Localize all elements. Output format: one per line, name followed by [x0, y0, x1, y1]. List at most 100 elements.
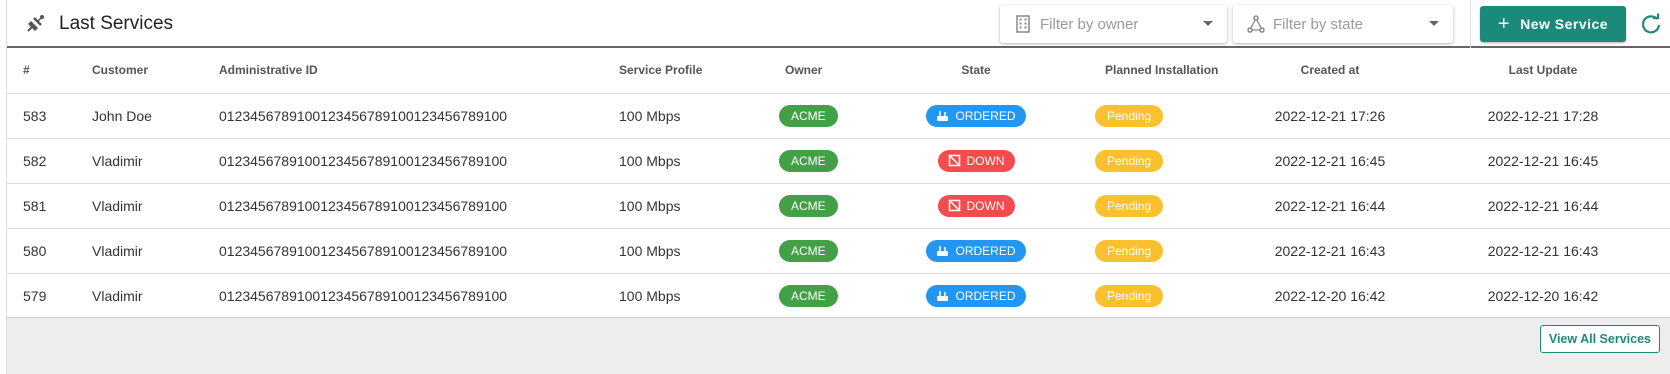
- cell-customer: John Doe: [92, 93, 219, 139]
- new-service-button[interactable]: + New Service: [1480, 6, 1626, 42]
- table-header-row: # Customer Administrative ID Service Pro…: [7, 48, 1670, 94]
- owner-badge: ACME: [779, 104, 838, 127]
- services-table: # Customer Administrative ID Service Pro…: [7, 48, 1670, 319]
- column-header-last-update[interactable]: Last Update: [1415, 48, 1670, 94]
- cell-number: 579: [7, 273, 92, 319]
- created-at: 2022-12-21 16:44: [1274, 197, 1386, 214]
- state-badge: ORDERED: [926, 239, 1026, 262]
- administrative-id: 0123456789100123456789100123456789100: [219, 287, 508, 304]
- created-at: 2022-12-21 17:26: [1274, 107, 1386, 124]
- cell-administrative-id: 0123456789100123456789100123456789100: [219, 138, 619, 184]
- administrative-id: 0123456789100123456789100123456789100: [219, 197, 508, 214]
- cell-service-profile: 100 Mbps: [619, 138, 779, 184]
- router-icon: [937, 246, 949, 256]
- cell-service-profile: 100 Mbps: [619, 273, 779, 319]
- device-off-icon: [947, 199, 961, 212]
- customer-name: Vladimir: [92, 197, 143, 214]
- cell-administrative-id: 0123456789100123456789100123456789100: [219, 273, 619, 319]
- chevron-down-icon: [1203, 21, 1213, 26]
- service-profile: 100 Mbps: [619, 107, 681, 124]
- pending-badge: Pending: [1095, 239, 1164, 262]
- panel-header: Last Services Filter by owner Filter by …: [7, 0, 1670, 48]
- created-at: 2022-12-20 16:42: [1274, 287, 1386, 304]
- cell-created-at: 2022-12-21 16:45: [1245, 138, 1415, 184]
- view-all-services-button[interactable]: View All Services: [1539, 325, 1660, 353]
- column-header-planned-installation[interactable]: Planned Installation: [1055, 48, 1245, 94]
- administrative-id: 0123456789100123456789100123456789100: [219, 107, 508, 124]
- new-service-label: New Service: [1520, 16, 1609, 32]
- building-icon: [1016, 15, 1030, 33]
- filter-by-owner-select[interactable]: Filter by owner: [1000, 5, 1227, 43]
- last-update: 2022-12-21 16:43: [1487, 242, 1599, 259]
- state-badge: ORDERED: [926, 104, 1026, 127]
- column-header-administrative-id[interactable]: Administrative ID: [219, 48, 619, 94]
- device-off-icon: [947, 154, 961, 167]
- cell-planned-installation: Pending: [1055, 183, 1245, 229]
- filter-by-state-select[interactable]: Filter by state: [1233, 5, 1453, 43]
- cell-planned-installation: Pending: [1055, 273, 1245, 319]
- column-header-owner[interactable]: Owner: [779, 48, 897, 94]
- state-badge: ORDERED: [926, 284, 1026, 307]
- table-row[interactable]: 579 Vladimir 012345678910012345678910012…: [7, 273, 1670, 319]
- filter-owner-placeholder: Filter by owner: [1040, 16, 1139, 33]
- state-label: ORDERED: [955, 108, 1016, 123]
- table-row[interactable]: 583 John Doe 012345678910012345678910012…: [7, 93, 1670, 139]
- refresh-icon[interactable]: [1640, 13, 1662, 35]
- cell-last-update: 2022-12-20 16:42: [1415, 273, 1670, 319]
- cell-customer: Vladimir: [92, 183, 219, 229]
- cell-customer: Vladimir: [92, 138, 219, 184]
- state-label: ORDERED: [955, 288, 1016, 303]
- cell-last-update: 2022-12-21 16:44: [1415, 183, 1670, 229]
- table-row[interactable]: 581 Vladimir 012345678910012345678910012…: [7, 183, 1670, 229]
- owner-badge: ACME: [779, 149, 838, 172]
- row-number: 582: [23, 152, 47, 169]
- customer-name: John Doe: [92, 107, 152, 124]
- cell-created-at: 2022-12-20 16:42: [1245, 273, 1415, 319]
- service-profile: 100 Mbps: [619, 242, 681, 259]
- cell-service-profile: 100 Mbps: [619, 228, 779, 274]
- cell-created-at: 2022-12-21 16:44: [1245, 183, 1415, 229]
- cell-state: ORDERED: [897, 228, 1055, 274]
- last-services-panel: Last Services Filter by owner Filter by …: [6, 0, 1670, 374]
- administrative-id: 0123456789100123456789100123456789100: [219, 242, 508, 259]
- router-icon: [937, 111, 949, 121]
- cell-owner: ACME: [779, 138, 897, 184]
- column-header-service-profile[interactable]: Service Profile: [619, 48, 779, 94]
- cell-service-profile: 100 Mbps: [619, 93, 779, 139]
- column-header-number[interactable]: #: [7, 48, 92, 94]
- cell-state: DOWN: [897, 138, 1055, 184]
- row-number: 581: [23, 197, 47, 214]
- cell-created-at: 2022-12-21 16:43: [1245, 228, 1415, 274]
- state-label: DOWN: [966, 153, 1005, 168]
- plus-icon: +: [1497, 13, 1511, 35]
- administrative-id: 0123456789100123456789100123456789100: [219, 152, 508, 169]
- customer-name: Vladimir: [92, 152, 143, 169]
- filter-state-placeholder: Filter by state: [1273, 16, 1364, 33]
- last-update: 2022-12-21 16:45: [1487, 152, 1599, 169]
- last-update: 2022-12-21 17:28: [1487, 107, 1599, 124]
- owner-badge: ACME: [779, 284, 838, 307]
- table-row[interactable]: 580 Vladimir 012345678910012345678910012…: [7, 228, 1670, 274]
- column-header-created-at[interactable]: Created at: [1245, 48, 1415, 94]
- cell-number: 580: [7, 228, 92, 274]
- cell-administrative-id: 0123456789100123456789100123456789100: [219, 183, 619, 229]
- cell-owner: ACME: [779, 273, 897, 319]
- cell-last-update: 2022-12-21 16:43: [1415, 228, 1670, 274]
- customer-name: Vladimir: [92, 287, 143, 304]
- cell-last-update: 2022-12-21 17:28: [1415, 93, 1670, 139]
- cell-created-at: 2022-12-21 17:26: [1245, 93, 1415, 139]
- cell-service-profile: 100 Mbps: [619, 183, 779, 229]
- last-update: 2022-12-20 16:42: [1487, 287, 1599, 304]
- satellite-dish-icon: [27, 15, 44, 32]
- cell-owner: ACME: [779, 93, 897, 139]
- customer-name: Vladimir: [92, 242, 143, 259]
- column-header-state[interactable]: State: [897, 48, 1055, 94]
- cell-owner: ACME: [779, 183, 897, 229]
- column-header-customer[interactable]: Customer: [92, 48, 219, 94]
- pending-badge: Pending: [1095, 284, 1164, 307]
- pending-badge: Pending: [1095, 149, 1164, 172]
- table-row[interactable]: 582 Vladimir 012345678910012345678910012…: [7, 138, 1670, 184]
- cell-state: ORDERED: [897, 93, 1055, 139]
- state-badge: DOWN: [937, 149, 1015, 172]
- service-profile: 100 Mbps: [619, 197, 681, 214]
